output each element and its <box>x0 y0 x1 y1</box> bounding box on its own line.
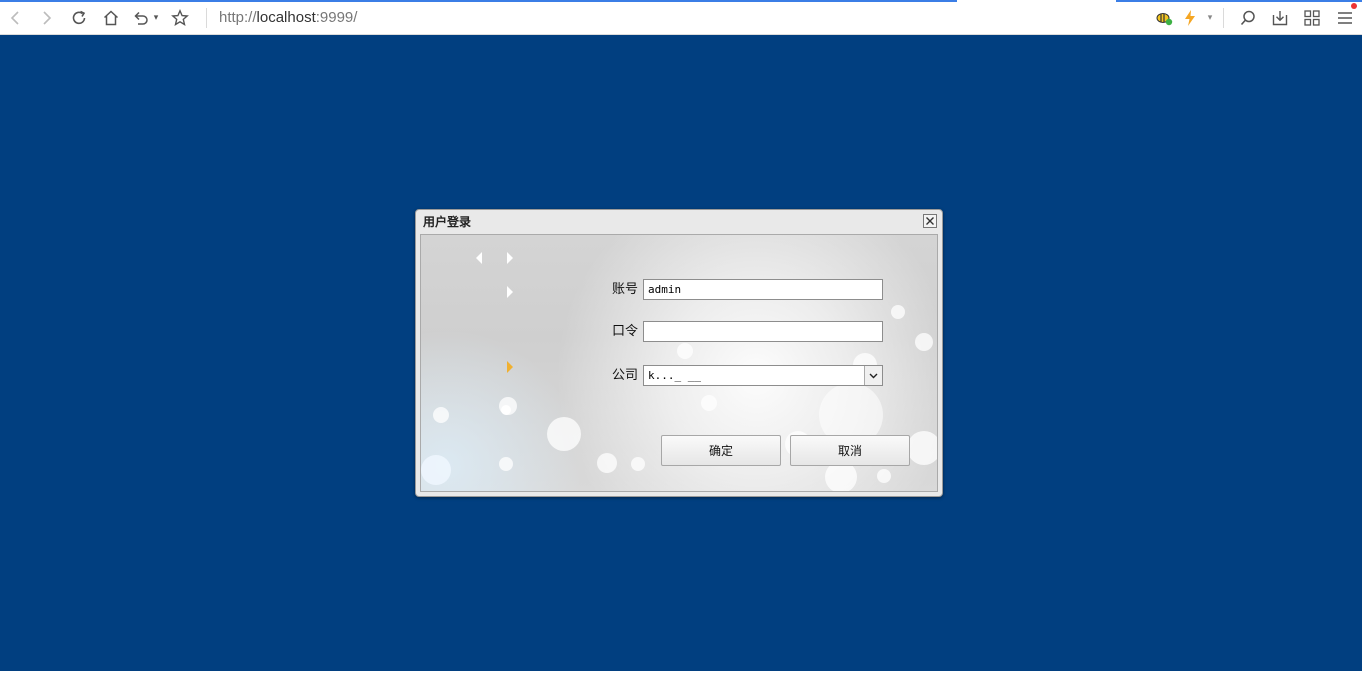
bokeh-decoration <box>421 455 451 485</box>
cancel-button[interactable]: 取消 <box>790 435 910 466</box>
confirm-button[interactable]: 确定 <box>661 435 781 466</box>
dialog-title: 用户登录 <box>423 215 472 229</box>
back-icon[interactable] <box>4 6 28 30</box>
close-icon[interactable] <box>923 214 937 228</box>
notification-dot <box>1351 3 1357 9</box>
bee-extension-icon[interactable] <box>1152 6 1176 30</box>
account-label: 账号 <box>612 282 639 297</box>
right-arrow-icon <box>507 252 513 264</box>
menu-icon[interactable] <box>1333 6 1357 30</box>
apps-grid-icon[interactable] <box>1300 6 1324 30</box>
toolbar-divider-right <box>1223 8 1224 28</box>
star-icon[interactable] <box>168 6 192 30</box>
browser-toolbar: ▾ http://localhost:9999/ ▾ <box>0 0 1362 35</box>
login-dialog: 用户登录 账号 口令 公司 k..._ __ <box>415 209 943 497</box>
bokeh-decoration <box>501 405 511 415</box>
password-input[interactable] <box>643 321 883 342</box>
bokeh-decoration <box>701 395 717 411</box>
reload-icon[interactable] <box>67 6 91 30</box>
page-load-progress-tail <box>1116 0 1362 2</box>
url-port: :9999/ <box>315 9 358 26</box>
bokeh-decoration <box>891 305 905 319</box>
right-arrow-icon <box>507 286 513 298</box>
bokeh-decoration <box>907 431 937 465</box>
address-bar[interactable]: http://localhost:9999/ <box>219 8 357 28</box>
forward-icon[interactable] <box>34 6 58 30</box>
company-select[interactable]: k..._ __ <box>643 365 883 386</box>
account-input[interactable] <box>643 279 883 300</box>
bokeh-decoration <box>499 457 513 471</box>
bokeh-decoration <box>547 417 581 451</box>
undo-dropdown-icon[interactable]: ▾ <box>150 6 162 30</box>
lightning-icon[interactable] <box>1178 6 1202 30</box>
bokeh-decoration <box>631 457 645 471</box>
dialog-body: 账号 口令 公司 k..._ __ 确定 取消 <box>420 234 938 492</box>
bokeh-decoration <box>597 453 617 473</box>
bokeh-decoration <box>877 469 891 483</box>
chevron-down-icon[interactable] <box>864 366 882 385</box>
url-scheme: http:// <box>219 9 257 26</box>
page-load-progress <box>0 0 957 2</box>
bokeh-decoration <box>433 407 449 423</box>
company-select-value: k..._ __ <box>648 369 701 382</box>
toolbar-divider <box>206 8 207 28</box>
bokeh-decoration <box>677 343 693 359</box>
search-icon[interactable] <box>1236 6 1260 30</box>
left-arrow-icon <box>476 252 482 264</box>
home-icon[interactable] <box>99 6 123 30</box>
lightning-dropdown-icon[interactable]: ▾ <box>1203 6 1217 30</box>
bokeh-decoration <box>915 333 933 351</box>
company-label: 公司 <box>612 368 639 383</box>
url-host: localhost <box>256 9 316 26</box>
download-icon[interactable] <box>1268 6 1292 30</box>
password-label: 口令 <box>612 324 639 339</box>
right-arrow-orange-icon <box>507 361 513 373</box>
